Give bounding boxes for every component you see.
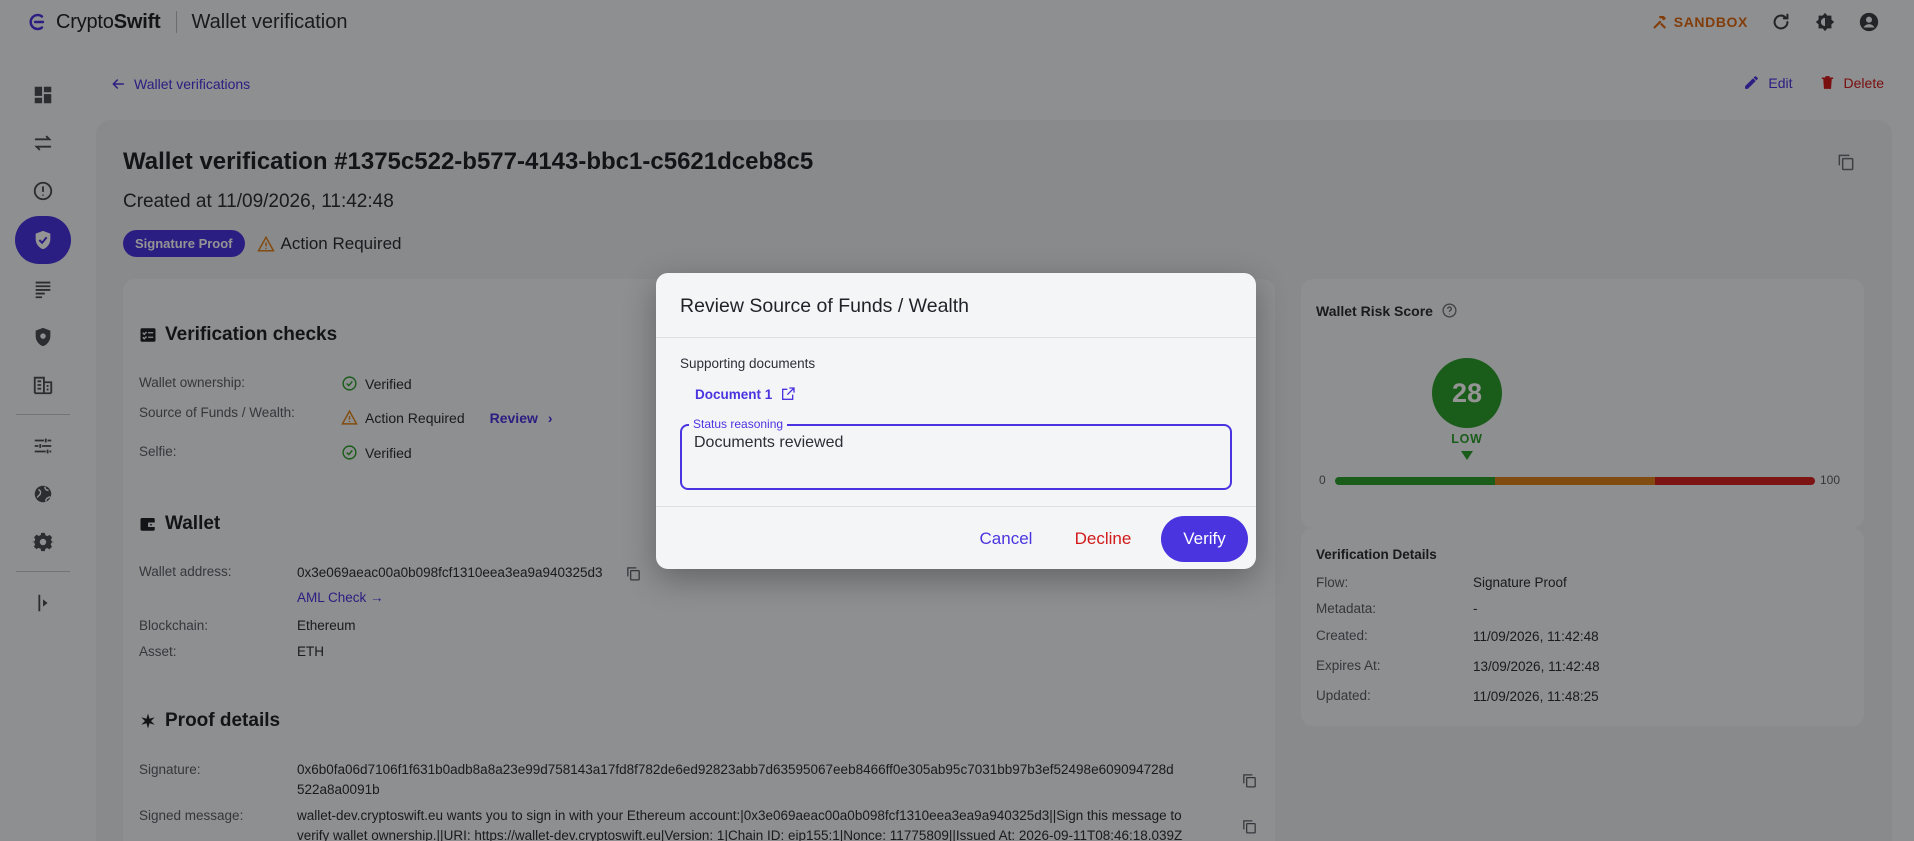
decline-button[interactable]: Decline [1060, 516, 1146, 562]
review-dialog: Review Source of Funds / Wealth Supporti… [656, 273, 1256, 569]
document-link[interactable]: Document 1 [695, 386, 796, 402]
external-link-icon [782, 387, 795, 400]
verify-button[interactable]: Verify [1161, 516, 1248, 562]
status-reasoning-field[interactable] [680, 424, 1232, 490]
status-reasoning-input[interactable] [694, 434, 1214, 452]
dialog-divider [656, 506, 1256, 507]
dialog-divider [656, 337, 1256, 338]
dialog-title: Review Source of Funds / Wealth [680, 295, 970, 317]
supporting-documents-label: Supporting documents [680, 356, 816, 371]
status-reasoning-label: Status reasoning [689, 417, 788, 431]
cancel-button[interactable]: Cancel [968, 516, 1044, 562]
